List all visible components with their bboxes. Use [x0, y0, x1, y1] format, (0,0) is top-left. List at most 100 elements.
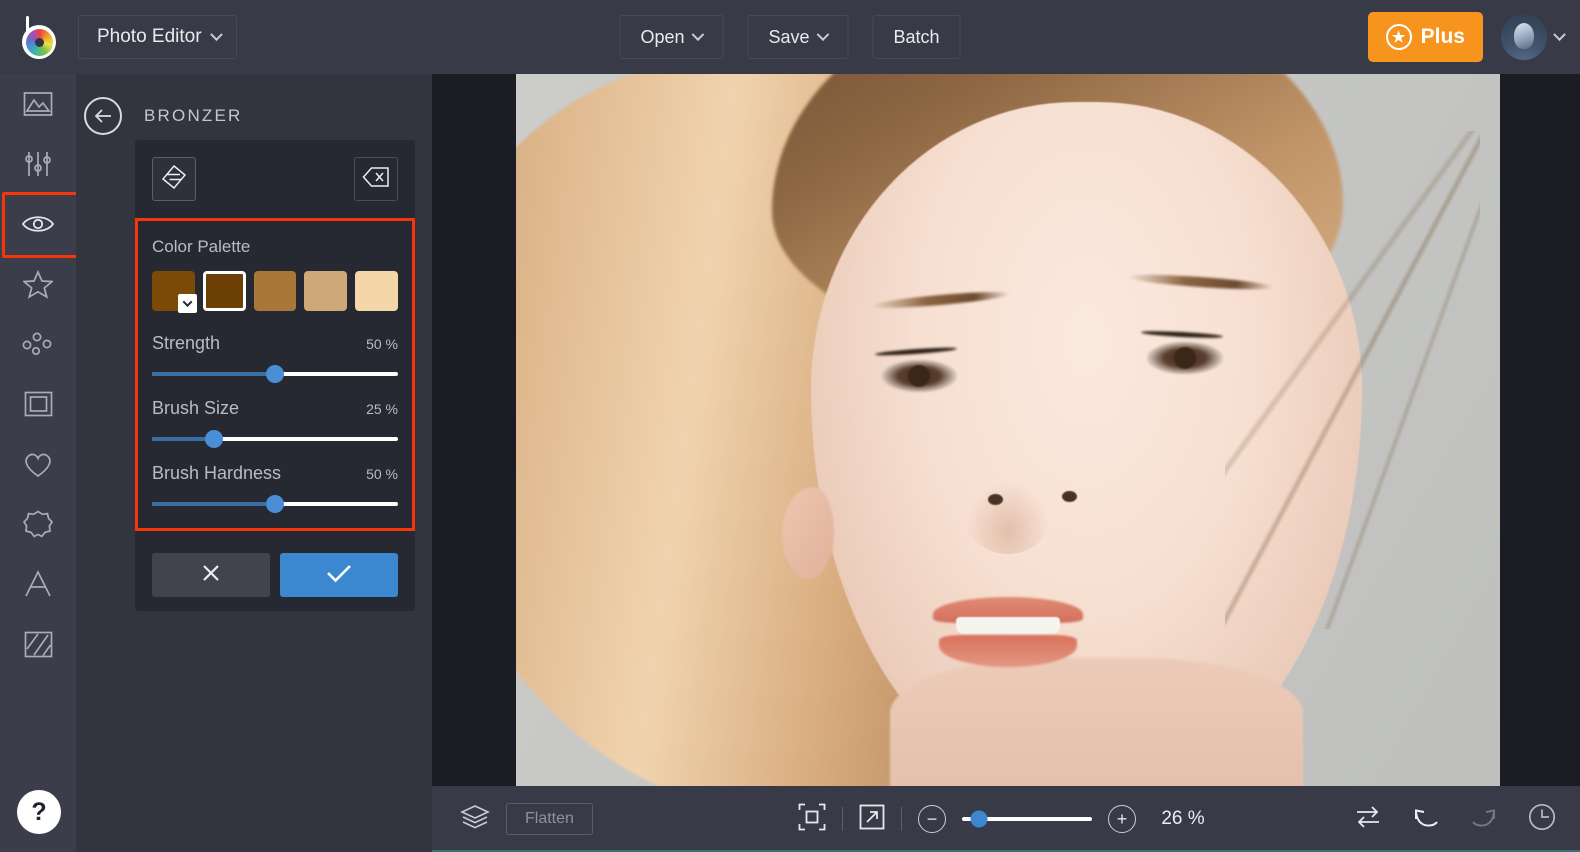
- color-swatch-3[interactable]: [304, 271, 347, 311]
- left-tool-rail: ?: [0, 74, 76, 852]
- brush-size-slider[interactable]: [152, 437, 398, 441]
- open-button-label: Open: [640, 27, 684, 48]
- close-x-icon: [201, 563, 221, 588]
- color-swatch-1[interactable]: [203, 271, 246, 311]
- plus-button-label: Plus: [1421, 25, 1465, 49]
- zoom-in-button[interactable]: +: [1108, 805, 1136, 833]
- sidebar-item-frames[interactable]: [0, 374, 76, 434]
- app-menu-dropdown[interactable]: Photo Editor: [78, 15, 237, 59]
- color-swatch-4[interactable]: [355, 271, 398, 311]
- save-button-label: Save: [768, 27, 809, 48]
- app-logo[interactable]: [0, 0, 76, 74]
- color-palette-label: Color Palette: [152, 237, 398, 257]
- panel-action-row: [135, 531, 415, 597]
- bronzer-settings-group: Color Palette Strength 50 %: [135, 218, 415, 531]
- brush-size-value: 25 %: [366, 401, 398, 417]
- color-palette-swatches: [152, 271, 398, 311]
- plus-upgrade-button[interactable]: ★ Plus: [1368, 12, 1483, 62]
- sunburst-icon: [23, 510, 53, 539]
- tool-panel-card: Color Palette Strength 50 %: [135, 140, 415, 611]
- chevron-down-icon: [1553, 28, 1566, 41]
- undo-icon[interactable]: [1412, 805, 1440, 834]
- strength-slider[interactable]: [152, 372, 398, 376]
- divider: [842, 807, 843, 831]
- erase-icon: [362, 165, 390, 194]
- top-bar-actions: Open Save Batch: [619, 15, 960, 59]
- chevron-down-icon: [692, 28, 705, 41]
- hatched-square-icon: [24, 631, 53, 658]
- heart-icon: [23, 451, 53, 478]
- flatten-button[interactable]: Flatten: [506, 803, 593, 835]
- brush-hardness-slider-group: Brush Hardness 50 %: [152, 463, 398, 506]
- help-button[interactable]: ?: [17, 790, 61, 834]
- star-icon: [23, 270, 53, 299]
- tool-panel: BRONZER: [76, 74, 432, 852]
- brush-size-label: Brush Size: [152, 398, 239, 419]
- save-button[interactable]: Save: [747, 15, 848, 59]
- expand-arrow-icon[interactable]: [859, 804, 885, 835]
- strength-slider-group: Strength 50 %: [152, 333, 398, 376]
- sliders-icon: [23, 150, 53, 178]
- erase-tool-button[interactable]: [354, 157, 398, 201]
- fit-to-screen-icon[interactable]: [798, 803, 826, 836]
- strength-value: 50 %: [366, 336, 398, 352]
- back-arrow-icon[interactable]: [84, 97, 122, 135]
- top-bar-right: ★ Plus: [1368, 12, 1564, 62]
- bottom-bar-center: − + 26 %: [798, 803, 1214, 836]
- star-icon: ★: [1386, 24, 1412, 50]
- sidebar-item-favorites[interactable]: [0, 434, 76, 494]
- brush-hardness-value: 50 %: [366, 466, 398, 482]
- batch-button[interactable]: Batch: [873, 15, 961, 59]
- sidebar-item-photo[interactable]: [0, 74, 76, 134]
- bottom-bar-right: [1354, 803, 1556, 836]
- sidebar-item-adjust[interactable]: [0, 134, 76, 194]
- square-frame-icon: [24, 391, 53, 417]
- zoom-level-value: 26 %: [1152, 808, 1214, 830]
- strength-slider-thumb[interactable]: [266, 365, 284, 383]
- layers-icon[interactable]: [460, 804, 490, 835]
- batch-button-label: Batch: [894, 27, 940, 48]
- brush-hardness-slider[interactable]: [152, 502, 398, 506]
- chevron-down-icon: [210, 28, 223, 41]
- top-bar: Photo Editor Open Save Batch ★ Plus: [0, 0, 1580, 74]
- account-menu[interactable]: [1501, 14, 1564, 60]
- compare-swap-icon[interactable]: [1354, 804, 1382, 835]
- color-swatch-0[interactable]: [152, 271, 195, 311]
- cancel-button[interactable]: [152, 553, 270, 597]
- image-icon: [23, 91, 53, 117]
- chevron-down-icon[interactable]: [178, 294, 197, 313]
- sidebar-item-effects[interactable]: [0, 254, 76, 314]
- bottom-bar-left: Flatten: [432, 803, 593, 835]
- divider: [901, 807, 902, 831]
- apply-button[interactable]: [280, 553, 398, 597]
- brush-hardness-slider-thumb[interactable]: [266, 495, 284, 513]
- brush-size-slider-thumb[interactable]: [205, 430, 223, 448]
- strength-label: Strength: [152, 333, 220, 354]
- brush-size-slider-group: Brush Size 25 %: [152, 398, 398, 441]
- sidebar-item-text[interactable]: [0, 554, 76, 614]
- history-clock-icon[interactable]: [1528, 803, 1556, 836]
- brush-hardness-label: Brush Hardness: [152, 463, 281, 484]
- open-button[interactable]: Open: [619, 15, 723, 59]
- sidebar-item-stickers[interactable]: [0, 494, 76, 554]
- zoom-slider-thumb[interactable]: [970, 811, 987, 828]
- zoom-slider[interactable]: [962, 817, 1092, 821]
- image-canvas[interactable]: [432, 74, 1580, 786]
- redo-icon[interactable]: [1470, 805, 1498, 834]
- zoom-out-button[interactable]: −: [918, 805, 946, 833]
- sidebar-item-textures[interactable]: [0, 614, 76, 674]
- checkmark-icon: [326, 563, 352, 588]
- app-menu-label: Photo Editor: [97, 26, 202, 48]
- chevron-down-icon: [817, 28, 830, 41]
- brush-tool-button[interactable]: [152, 157, 196, 201]
- eye-icon: [21, 213, 55, 235]
- sidebar-item-retouch[interactable]: [0, 194, 76, 254]
- color-swatch-2[interactable]: [254, 271, 297, 311]
- photo-image[interactable]: [516, 74, 1500, 786]
- brush-icon: [161, 164, 187, 195]
- sidebar-item-blemish[interactable]: [0, 314, 76, 374]
- page-title: BRONZER: [144, 106, 243, 126]
- letter-a-icon: [23, 570, 53, 598]
- brush-tool-row: [135, 140, 415, 218]
- avatar: [1501, 14, 1547, 60]
